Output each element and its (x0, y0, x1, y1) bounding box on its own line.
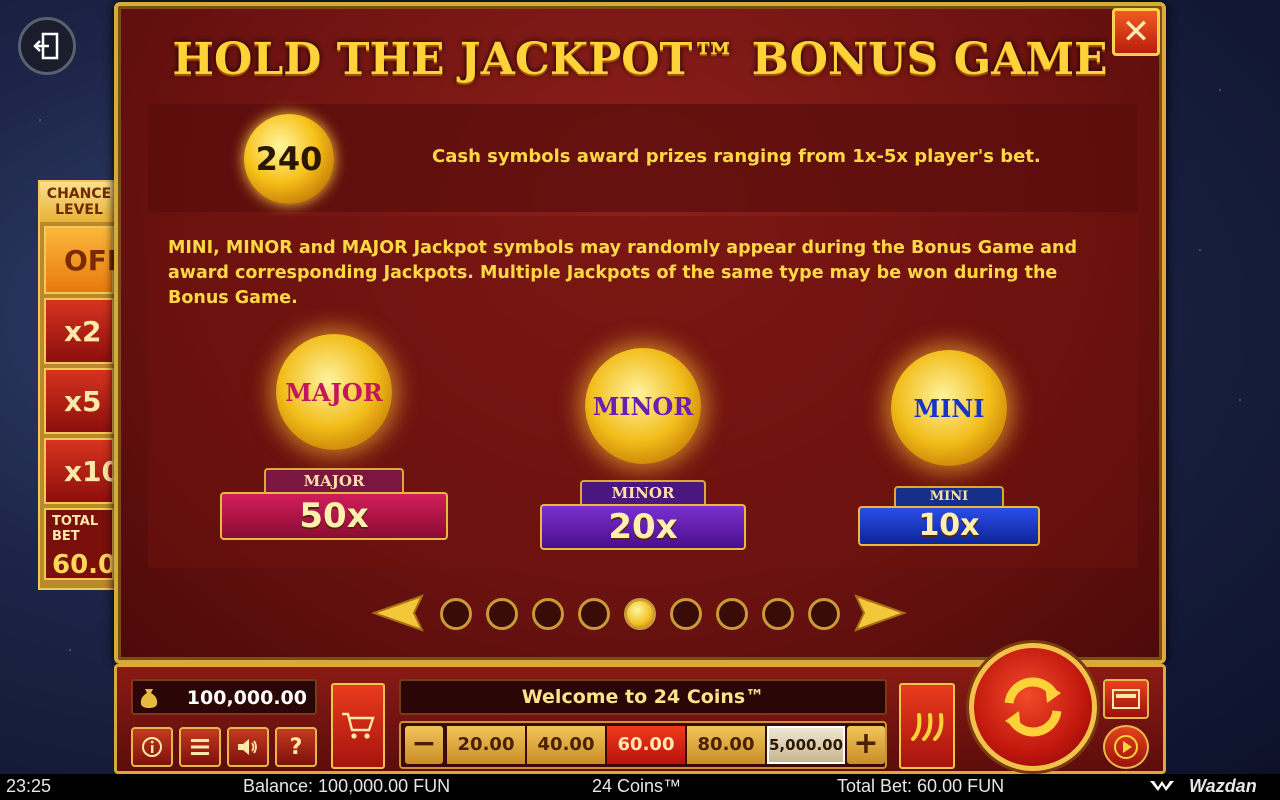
chance-x10-button[interactable]: x10 (44, 438, 121, 504)
jackpot-major: MAJOR MAJOR 50x (220, 334, 448, 540)
help-button[interactable]: ? (275, 727, 317, 767)
chance-level-panel: CHANCE LEVEL OFF x2 x5 x10 TOTAL BET 60.… (38, 180, 135, 590)
welcome-message: Welcome to 24 Coins™ (399, 679, 887, 715)
status-bar: 23:25 Balance: 100,000.00 FUN 24 Coins™ … (0, 774, 1280, 800)
chance-level-title: CHANCE LEVEL (40, 182, 118, 222)
bet-decrease-button[interactable]: − (405, 726, 443, 764)
page-dot-9[interactable] (808, 598, 840, 630)
cash-coin-icon: 240 (244, 114, 334, 204)
paytable-panel: HOLD THE JACKPOT™ BONUS GAME ✕ 240 Cash … (114, 2, 1166, 664)
mini-tab: MINI (894, 486, 1004, 506)
paytable-pager (368, 592, 914, 636)
autoplay-button[interactable] (1103, 725, 1149, 769)
info-icon (142, 737, 162, 757)
exit-icon (33, 32, 59, 60)
spin-button[interactable] (969, 643, 1097, 771)
cash-symbol-row: 240 Cash symbols award prizes ranging fr… (148, 104, 1138, 212)
close-button[interactable]: ✕ (1112, 8, 1160, 56)
cash-coin-value: 240 (255, 140, 323, 178)
info-button[interactable] (131, 727, 173, 767)
brand-name: Wazdan (1189, 776, 1257, 796)
bet-option-60[interactable]: 60.00 (607, 726, 685, 764)
minor-value: 20x (540, 504, 746, 550)
mini-value: 10x (858, 506, 1040, 546)
chance-off-button[interactable]: OFF (44, 226, 126, 294)
page-dot-6[interactable] (670, 598, 702, 630)
major-tab: MAJOR (264, 468, 404, 492)
chance-total-bet-label: TOTAL BET (52, 514, 99, 544)
panel-icon (1112, 689, 1140, 709)
play-icon (1114, 735, 1138, 759)
footer-game-name: 24 Coins™ (592, 776, 682, 796)
chance-x2-button[interactable]: x2 (44, 298, 114, 364)
chili-button[interactable] (899, 683, 955, 769)
mini-coin-icon: MINI (891, 350, 1007, 466)
wazdan-logo-icon (1150, 781, 1174, 791)
clock: 23:25 (6, 776, 52, 796)
major-value: 50x (220, 492, 448, 540)
page-dot-3[interactable] (532, 598, 564, 630)
jackpot-row: MINI, MINOR and MAJOR Jackpot symbols ma… (148, 216, 1138, 568)
control-bar: 100,000.00 ? Welcome to 24 Coins™ − 20.0… (114, 643, 1166, 774)
help-icon: ? (289, 734, 303, 760)
brand-logo: Wazdan (1150, 776, 1257, 797)
jackpot-minor: MINOR MINOR 20x (540, 348, 746, 550)
balance-display: 100,000.00 (131, 679, 317, 715)
page-dot-2[interactable] (486, 598, 518, 630)
sound-button[interactable] (227, 727, 269, 767)
menu-button[interactable] (179, 727, 221, 767)
spin-arrows-icon (1004, 677, 1062, 737)
shopping-cart-icon (342, 712, 375, 739)
exit-button[interactable] (18, 17, 76, 75)
page-title: HOLD THE JACKPOT™ BONUS GAME (172, 34, 1108, 85)
page-dot-5[interactable] (624, 598, 656, 630)
page-dot-4[interactable] (578, 598, 610, 630)
major-coin-label: MAJOR (285, 377, 383, 407)
minor-coin-label: MINOR (592, 391, 694, 421)
footer-total-bet: Total Bet: 60.00 FUN (837, 776, 1005, 796)
bet-option-20[interactable]: 20.00 (447, 726, 525, 764)
previous-page-arrow-icon[interactable] (368, 592, 424, 634)
jackpot-description: MINI, MINOR and MAJOR Jackpot symbols ma… (168, 238, 1077, 308)
footer-balance: Balance: 100,000.00 FUN (243, 776, 451, 796)
major-coin-icon: MAJOR (276, 334, 392, 450)
autoplay-settings-button[interactable] (1103, 679, 1149, 719)
shop-button[interactable] (331, 683, 385, 769)
next-page-arrow-icon[interactable] (854, 592, 910, 634)
chance-total-bet: TOTAL BET 60.00 (44, 508, 135, 580)
money-bag-icon (140, 689, 158, 708)
jackpot-mini: MINI MINI 10x (858, 350, 1040, 546)
minor-tab: MINOR (580, 480, 706, 504)
bet-option-40[interactable]: 40.00 (527, 726, 605, 764)
bet-increase-button[interactable]: + (847, 726, 885, 764)
bet-selector: − 20.00 40.00 60.00 80.00 5,000.00 + (399, 721, 887, 769)
menu-icon (191, 739, 209, 755)
cash-symbol-description: Cash symbols award prizes ranging from 1… (432, 146, 1041, 167)
balance-value: 100,000.00 (186, 687, 307, 709)
chili-peppers-icon (911, 713, 944, 741)
page-dot-8[interactable] (762, 598, 794, 630)
mini-coin-label: MINI (913, 393, 985, 423)
close-icon: ✕ (1121, 12, 1151, 52)
minor-coin-icon: MINOR (585, 348, 701, 464)
chance-x5-button[interactable]: x5 (44, 368, 114, 434)
bet-option-80[interactable]: 80.00 (687, 726, 765, 764)
chance-total-bet-value: 60.00 (52, 550, 135, 580)
page-dot-1[interactable] (440, 598, 472, 630)
speaker-icon (238, 739, 257, 755)
page-dot-7[interactable] (716, 598, 748, 630)
bet-option-5000[interactable]: 5,000.00 (767, 726, 845, 764)
